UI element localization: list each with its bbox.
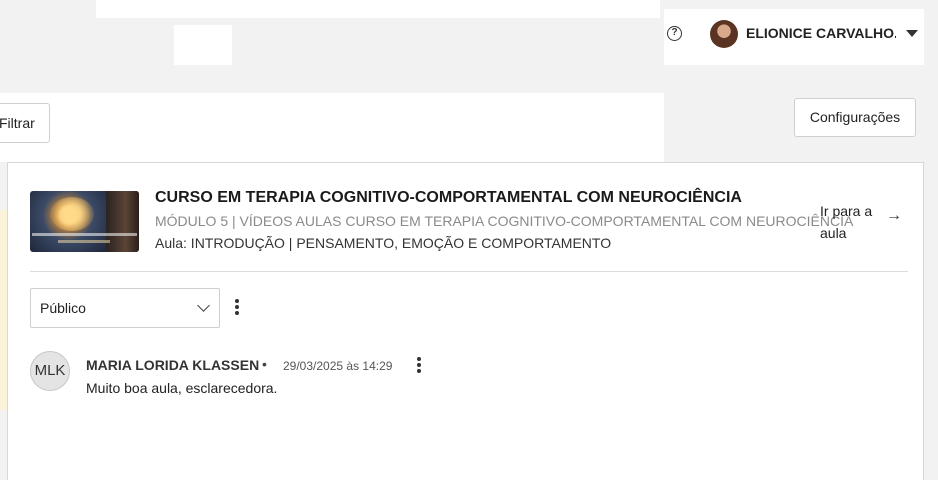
thumbnail-signature (58, 240, 110, 243)
settings-button[interactable]: Configurações (794, 98, 916, 137)
comment-avatar: MLK (30, 351, 70, 391)
module-name: MÓDULO 5 | VÍDEOS AULAS CURSO EM TERAPIA… (155, 213, 854, 229)
thumbnail-caption (32, 233, 137, 236)
selected-item-highlight (0, 210, 7, 410)
course-title: CURSO EM TERAPIA COGNITIVO-COMPORTAMENTA… (155, 189, 742, 206)
brain-illustration (50, 197, 94, 231)
left-list-edge (0, 162, 8, 480)
comment-author: MARIA LORIDA KLASSEN (86, 357, 260, 373)
comment-text: Muito boa aula, esclarecedora. (86, 380, 278, 396)
lesson-name: Aula: INTRODUÇÃO | PENSAMENTO, EMOÇÃO E … (155, 235, 612, 251)
divider (30, 271, 908, 272)
go-to-lesson-link[interactable]: Ir para a aula (820, 200, 880, 244)
presenter-image (106, 191, 139, 252)
comment-separator: • (262, 356, 267, 372)
arrow-right-icon[interactable]: → (886, 208, 902, 224)
caret-down-icon[interactable] (906, 30, 918, 37)
blank-element (174, 25, 232, 65)
filter-button[interactable]: Filtrar (0, 103, 50, 143)
chevron-down-icon (197, 299, 210, 312)
avatar[interactable] (710, 20, 738, 48)
toolbar (0, 93, 664, 163)
comment-date: 29/03/2025 às 14:29 (283, 359, 393, 373)
comment-more-options-icon[interactable] (417, 357, 421, 375)
visibility-select[interactable]: Público (30, 288, 220, 328)
page-edge (924, 0, 938, 480)
user-name[interactable]: ELIONICE CARVALHO... (746, 25, 896, 41)
question-circle-icon[interactable]: ? (667, 26, 682, 41)
top-blank-area (96, 0, 660, 18)
visibility-select-value: Público (40, 300, 86, 316)
course-thumbnail (30, 191, 139, 252)
more-options-icon[interactable] (235, 299, 239, 317)
